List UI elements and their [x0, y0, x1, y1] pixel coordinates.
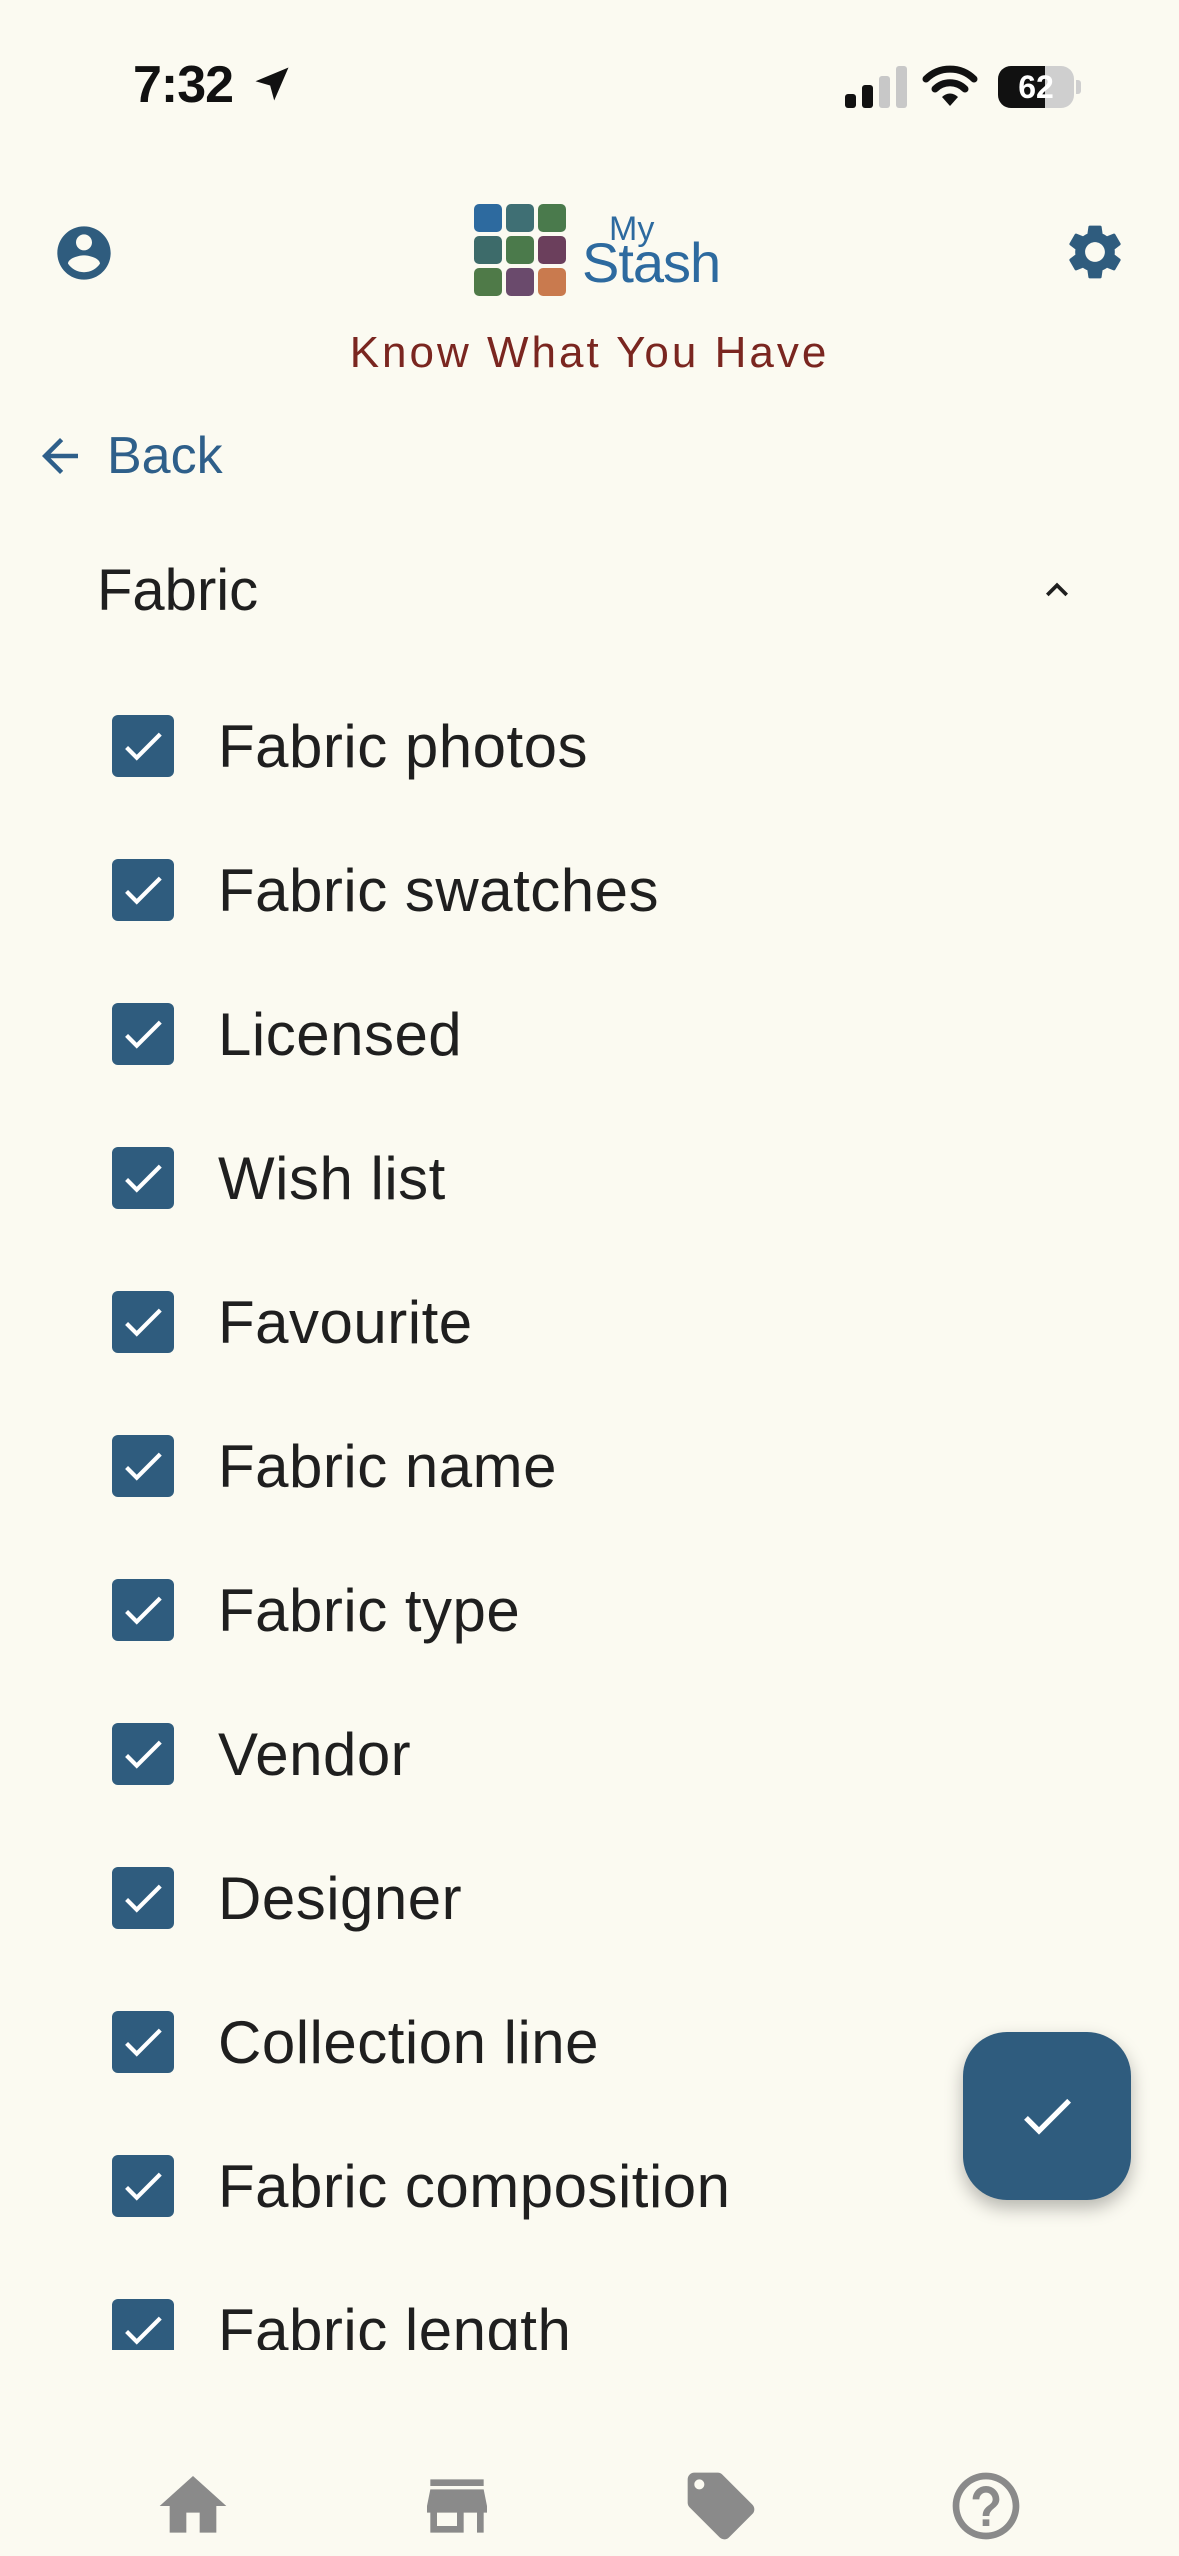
checkbox[interactable] [112, 1435, 174, 1497]
checkbox[interactable] [112, 1867, 174, 1929]
checkbox[interactable] [112, 1003, 174, 1065]
checkbox[interactable] [112, 1579, 174, 1641]
checkbox-item[interactable]: Wish list [112, 1128, 446, 1228]
check-icon [125, 876, 162, 905]
check-icon [125, 1308, 162, 1337]
account-circle-icon[interactable] [52, 221, 116, 285]
app-tagline: Know What You Have [349, 328, 830, 377]
help-icon[interactable] [946, 2466, 1026, 2546]
checkbox-label: Fabric name [218, 1432, 557, 1500]
checkbox-label: Licensed [218, 1000, 463, 1068]
logo-tile [538, 236, 566, 264]
checkbox-label: Favourite [218, 1288, 473, 1356]
tag-icon[interactable] [681, 2466, 761, 2546]
wifi-icon [922, 65, 978, 106]
checkbox-label: Collection line [218, 2008, 600, 2076]
checkbox-label: Designer [218, 1864, 463, 1932]
logo-tile [538, 268, 566, 296]
status-time: 7:32 [133, 56, 234, 114]
checkbox-item[interactable]: Vendor [112, 1704, 411, 1804]
checkbox-item[interactable]: Designer [112, 1848, 462, 1948]
checkbox-item[interactable]: Fabric type [112, 1560, 520, 1660]
check-icon [125, 2172, 162, 2201]
checkbox[interactable] [112, 2299, 174, 2350]
location-arrow-icon [255, 67, 289, 101]
checkbox-label: Fabric photos [218, 712, 589, 780]
battery-icon: 62 [998, 66, 1081, 108]
bottom-navigation [0, 2440, 1179, 2556]
checkbox-label: Fabric length [218, 2296, 572, 2351]
check-icon [125, 1020, 162, 1049]
checkbox-item[interactable]: Fabric composition [112, 2136, 731, 2236]
check-icon [125, 1452, 162, 1481]
chevron-up-icon [1046, 582, 1068, 597]
checkbox[interactable] [112, 1723, 174, 1785]
status-bar: 7:32 62 [0, 0, 1179, 150]
check-icon [125, 732, 162, 761]
confirm-fab-button[interactable] [963, 2032, 1131, 2200]
check-icon [125, 1884, 162, 1913]
cellular-signal-icon [845, 66, 907, 108]
logo-tile [506, 236, 534, 264]
app-logo: My Stash [474, 200, 721, 300]
checkbox[interactable] [112, 2155, 174, 2217]
checkbox-label: Vendor [218, 1720, 412, 1788]
back-label: Back [107, 427, 223, 485]
logo-tile [474, 268, 502, 296]
checkbox[interactable] [112, 859, 174, 921]
checkbox-item[interactable]: Favourite [112, 1272, 473, 1372]
back-button[interactable]: Back [33, 420, 223, 492]
logo-tile [506, 204, 534, 232]
checkbox-label: Fabric swatches [218, 856, 659, 924]
home-icon[interactable] [153, 2466, 233, 2546]
checkbox-label: Fabric type [218, 1576, 521, 1644]
checkbox-item[interactable]: Collection line [112, 1992, 599, 2092]
battery-percentage: 62 [1018, 69, 1054, 105]
arrow-back-icon [42, 438, 78, 474]
logo-stash-text: Stash [582, 231, 721, 294]
store-icon[interactable] [417, 2466, 497, 2546]
check-icon [125, 1596, 162, 1625]
checkbox[interactable] [112, 1147, 174, 1209]
checkbox-item[interactable]: Licensed [112, 984, 462, 1084]
logo-tile [538, 204, 566, 232]
check-icon [125, 1740, 162, 1769]
checkbox-label: Wish list [218, 1144, 446, 1212]
checkbox-item[interactable]: Fabric swatches [112, 840, 659, 940]
logo-tile [506, 268, 534, 296]
check-icon [1024, 2098, 1071, 2135]
checkbox-item[interactable]: Fabric length [112, 2280, 571, 2350]
logo-tile [474, 236, 502, 264]
checkbox[interactable] [112, 715, 174, 777]
screen: 7:32 62 My Stash Know What You Have Back… [0, 0, 1179, 2556]
checkbox[interactable] [112, 1291, 174, 1353]
logo-tile [474, 204, 502, 232]
checkbox-label: Fabric composition [218, 2152, 731, 2220]
checkbox-item[interactable]: Fabric name [112, 1416, 557, 1516]
gear-icon[interactable] [1062, 219, 1128, 285]
checkbox-item[interactable]: Fabric photos [112, 696, 588, 796]
check-icon [125, 2316, 162, 2345]
section-title: Fabric [97, 557, 259, 623]
checkbox[interactable] [112, 2011, 174, 2073]
check-icon [125, 1164, 162, 1193]
check-icon [125, 2028, 162, 2057]
logo-grid [474, 204, 568, 298]
section-header-fabric[interactable]: Fabric [97, 545, 1087, 635]
